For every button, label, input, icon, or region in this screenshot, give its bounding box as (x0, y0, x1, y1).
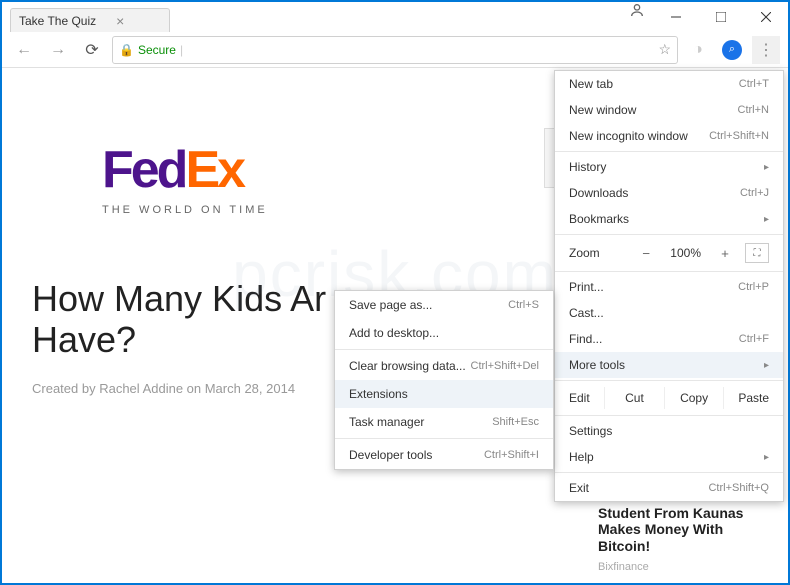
bookmark-star-icon[interactable]: ☆ (658, 41, 671, 58)
copy-button[interactable]: Copy (664, 387, 724, 409)
chrome-menu: New tabCtrl+T New windowCtrl+N New incog… (554, 70, 784, 502)
edit-label: Edit (569, 391, 604, 405)
zoom-percent: 100% (660, 246, 711, 260)
menu-edit-row: Edit Cut Copy Paste (555, 383, 783, 413)
close-button[interactable] (743, 2, 788, 32)
submenu-developer-tools[interactable]: Developer toolsCtrl+Shift+I (335, 441, 553, 469)
extension-divider-icon: ◑ (684, 36, 712, 64)
browser-tab[interactable]: Take The Quiz × (10, 8, 170, 32)
tab-strip: Take The Quiz × (2, 2, 621, 32)
address-bar[interactable]: 🔒 Secure | ☆ (112, 36, 678, 64)
card-title: Student From Kaunas Makes Money With Bit… (598, 505, 758, 555)
zoom-label: Zoom (569, 246, 634, 260)
minimize-button[interactable] (653, 2, 698, 32)
menu-new-tab[interactable]: New tabCtrl+T (555, 71, 783, 97)
search-extension-icon[interactable]: ⌕ (718, 36, 746, 64)
paste-button[interactable]: Paste (723, 387, 783, 409)
tab-title: Take The Quiz (19, 14, 96, 28)
secure-label: Secure (138, 43, 176, 57)
menu-downloads[interactable]: DownloadsCtrl+J (555, 180, 783, 206)
more-tools-submenu: Save page as...Ctrl+S Add to desktop... … (334, 290, 554, 470)
menu-settings[interactable]: Settings (555, 418, 783, 444)
forward-button: → (44, 36, 72, 64)
profile-icon[interactable] (621, 2, 653, 18)
fedex-logo: FedEx (102, 140, 268, 200)
menu-help[interactable]: Help (555, 444, 783, 470)
menu-zoom-row: Zoom − 100% + ⛶ (555, 237, 783, 269)
menu-incognito[interactable]: New incognito windowCtrl+Shift+N (555, 123, 783, 149)
menu-button[interactable]: ⋮ (752, 36, 780, 64)
menu-new-window[interactable]: New windowCtrl+N (555, 97, 783, 123)
submenu-extensions[interactable]: Extensions (335, 380, 553, 408)
menu-exit[interactable]: ExitCtrl+Shift+Q (555, 475, 783, 501)
titlebar: Take The Quiz × (2, 2, 788, 32)
headline-line1: How Many Kids Ar (32, 278, 326, 319)
submenu-task-manager[interactable]: Task managerShift+Esc (335, 408, 553, 436)
submenu-add-to-desktop[interactable]: Add to desktop... (335, 319, 553, 347)
menu-find[interactable]: Find...Ctrl+F (555, 326, 783, 352)
zoom-in-button[interactable]: + (713, 241, 737, 265)
menu-history[interactable]: History (555, 154, 783, 180)
submenu-clear-browsing-data[interactable]: Clear browsing data...Ctrl+Shift+Del (335, 352, 553, 380)
menu-print[interactable]: Print...Ctrl+P (555, 274, 783, 300)
back-button[interactable]: ← (10, 36, 38, 64)
close-icon[interactable]: × (116, 13, 124, 29)
window-controls (653, 2, 788, 32)
headline-line2: Have? (32, 319, 136, 360)
menu-bookmarks[interactable]: Bookmarks (555, 206, 783, 232)
logo-ex: Ex (185, 140, 243, 200)
lock-icon: 🔒 (119, 43, 134, 57)
logo-fed: Fed (102, 140, 185, 200)
menu-more-tools[interactable]: More tools (555, 352, 783, 378)
zoom-out-button[interactable]: − (634, 241, 658, 265)
logo-tagline: THE WORLD ON TIME (102, 204, 268, 216)
card-source: Bixfinance (598, 561, 758, 573)
maximize-button[interactable] (698, 2, 743, 32)
submenu-save-page-as[interactable]: Save page as...Ctrl+S (335, 291, 553, 319)
toolbar: ← → ⟳ 🔒 Secure | ☆ ◑ ⌕ ⋮ (2, 32, 788, 68)
menu-cast[interactable]: Cast... (555, 300, 783, 326)
fullscreen-button[interactable]: ⛶ (745, 243, 769, 263)
reload-button[interactable]: ⟳ (78, 36, 106, 64)
cut-button[interactable]: Cut (604, 387, 664, 409)
